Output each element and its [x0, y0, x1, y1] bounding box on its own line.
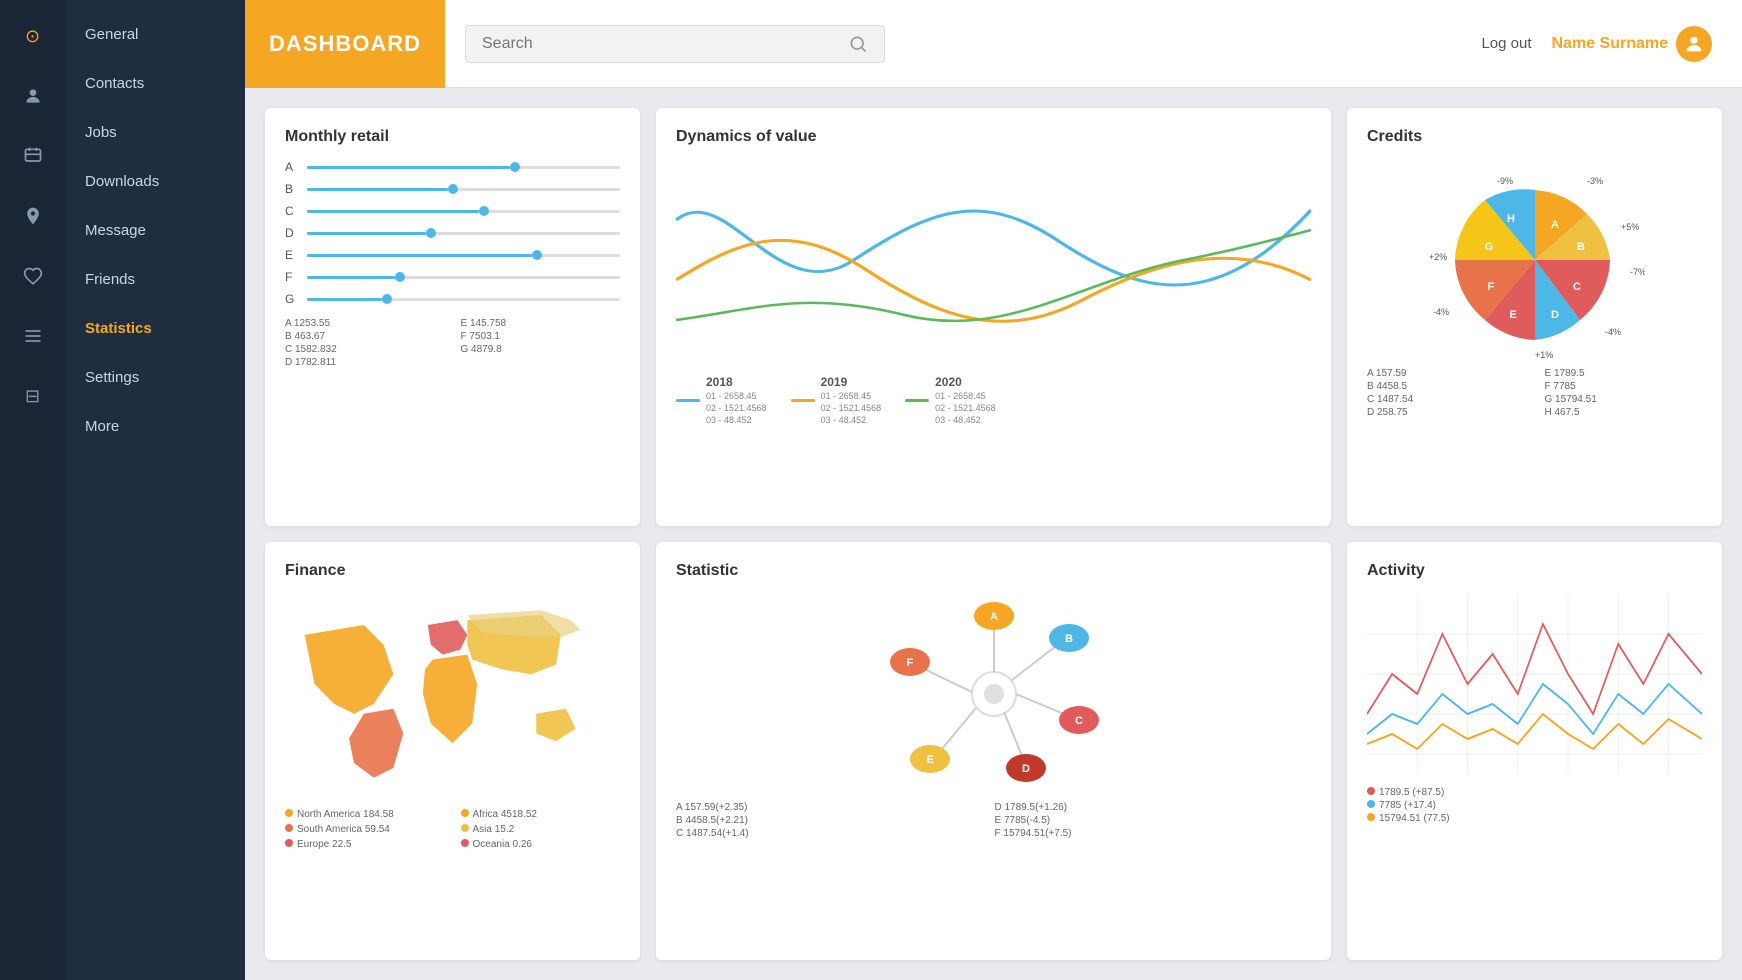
svg-text:C: C [1075, 715, 1083, 727]
svg-text:D: D [1551, 309, 1559, 321]
svg-text:B: B [1577, 241, 1585, 253]
jobs-icon[interactable] [17, 140, 49, 172]
sidebar-item-jobs[interactable]: Jobs [65, 108, 245, 157]
search-input[interactable] [482, 35, 838, 53]
credits-card: Credits [1347, 108, 1722, 526]
sidebar-item-contacts[interactable]: Contacts [65, 59, 245, 108]
activity-card: Activity 1789.5 (+ [1347, 542, 1722, 960]
svg-text:F: F [906, 657, 913, 669]
search-icon [848, 34, 868, 54]
svg-text:-9%: -9% [1497, 176, 1513, 186]
statistic-chart: A B C D E [676, 594, 1311, 794]
sidebar-item-downloads[interactable]: Downloads [65, 157, 245, 206]
svg-text:E: E [1509, 309, 1516, 321]
svg-text:-3%: -3% [1587, 176, 1603, 186]
svg-text:F: F [1487, 281, 1494, 293]
finance-legend: North America 184.58 Africa 4518.52 Sout… [285, 809, 620, 850]
location-icon[interactable] [17, 200, 49, 232]
message-icon[interactable] [17, 260, 49, 292]
header: DASHBOARD Log out Name Surname [245, 0, 1742, 88]
dashboard-title: DASHBOARD [245, 0, 445, 88]
dynamics-card: Dynamics of value 2018 01 - 2658.45 02 -… [656, 108, 1331, 526]
sidebar-item-general[interactable]: General [65, 10, 245, 59]
svg-text:-4%: -4% [1433, 307, 1449, 317]
search-bar[interactable] [465, 25, 885, 63]
statistic-legend: A 157.59(+2.35) D 1789.5(+1.26) B 4458.5… [676, 802, 1311, 839]
svg-text:+2%: +2% [1429, 252, 1447, 262]
credits-legend: A 157.59 E 1789.5 B 4458.5 F 7785 C 1487… [1367, 368, 1702, 418]
svg-text:+5%: +5% [1621, 222, 1639, 232]
activity-title: Activity [1367, 562, 1702, 580]
credits-pie-svg: A B C D E F G H -9% -3% +5% -7% -4% +1% … [1425, 160, 1645, 360]
svg-text:G: G [1484, 241, 1493, 253]
general-icon[interactable]: ⊙ [17, 20, 49, 52]
svg-text:H: H [1507, 213, 1515, 225]
monthly-retail-title: Monthly retail [285, 128, 620, 146]
user-name[interactable]: Name Surname [1552, 26, 1713, 62]
settings-icon[interactable]: ⊟ [17, 380, 49, 412]
sidebar-item-more[interactable]: More [65, 402, 245, 451]
friends-icon[interactable] [17, 320, 49, 352]
finance-card: Finance North America 184.58 [265, 542, 640, 960]
slider-row-e[interactable]: E [285, 248, 620, 262]
logout-button[interactable]: Log out [1481, 35, 1531, 52]
svg-text:C: C [1573, 281, 1581, 293]
slider-row-b[interactable]: B [285, 182, 620, 196]
content-grid: Monthly retail A B C D E [245, 88, 1742, 980]
monthly-retail-card: Monthly retail A B C D E [265, 108, 640, 526]
activity-legend: 1789.5 (+87.5) 7785 (+17.4) 15794.51 (77… [1367, 787, 1702, 824]
svg-text:A: A [1551, 219, 1559, 231]
svg-text:-7%: -7% [1630, 267, 1645, 277]
dynamics-legend-2020: 2020 01 - 2658.45 02 - 1521.4568 03 - 48… [905, 375, 996, 425]
statistic-title: Statistic [676, 562, 1311, 580]
dynamics-title: Dynamics of value [676, 128, 1311, 146]
user-avatar [1676, 26, 1712, 62]
svg-text:A: A [990, 611, 998, 623]
credits-title: Credits [1367, 128, 1702, 146]
slider-row-c[interactable]: C [285, 204, 620, 218]
slider-row-g[interactable]: G [285, 292, 620, 306]
sidebar-item-friends[interactable]: Friends [65, 255, 245, 304]
sidebar-item-message[interactable]: Message [65, 206, 245, 255]
slider-row-a[interactable]: A [285, 160, 620, 174]
sidebar-item-settings[interactable]: Settings [65, 353, 245, 402]
dynamics-chart-svg [676, 160, 1311, 360]
dynamics-legend: 2018 01 - 2658.45 02 - 1521.4568 03 - 48… [676, 375, 1311, 425]
sidebar-nav: General Contacts Jobs Downloads Message … [65, 0, 245, 980]
slider-row-d[interactable]: D [285, 226, 620, 240]
svg-text:B: B [1065, 633, 1073, 645]
svg-text:-4%: -4% [1605, 327, 1621, 337]
svg-text:E: E [926, 754, 933, 766]
statistic-bubble-svg: A B C D E [864, 594, 1124, 794]
header-right: Log out Name Surname [1481, 26, 1712, 62]
dynamics-legend-2019: 2019 01 - 2658.45 02 - 1521.4568 03 - 48… [791, 375, 882, 425]
sidebar-item-statistics[interactable]: Statistics [65, 304, 245, 353]
finance-map-svg [285, 594, 620, 794]
contacts-icon[interactable] [17, 80, 49, 112]
statistic-card: Statistic A B C [656, 542, 1331, 960]
slider-row-f[interactable]: F [285, 270, 620, 284]
activity-chart-svg [1367, 594, 1702, 774]
retail-legend: A 1253.55 E 145.758 B 463.67 F 7503.1 C … [285, 318, 620, 368]
main-area: DASHBOARD Log out Name Surname Monthly r… [245, 0, 1742, 980]
credits-chart: A B C D E F G H -9% -3% +5% -7% -4% +1% … [1367, 160, 1702, 360]
svg-text:+1%: +1% [1535, 350, 1553, 360]
dynamics-legend-2018: 2018 01 - 2658.45 02 - 1521.4568 03 - 48… [676, 375, 767, 425]
svg-text:D: D [1022, 763, 1030, 775]
finance-title: Finance [285, 562, 620, 580]
sidebar-icons-panel: ⊙ ⊟ [0, 0, 65, 980]
